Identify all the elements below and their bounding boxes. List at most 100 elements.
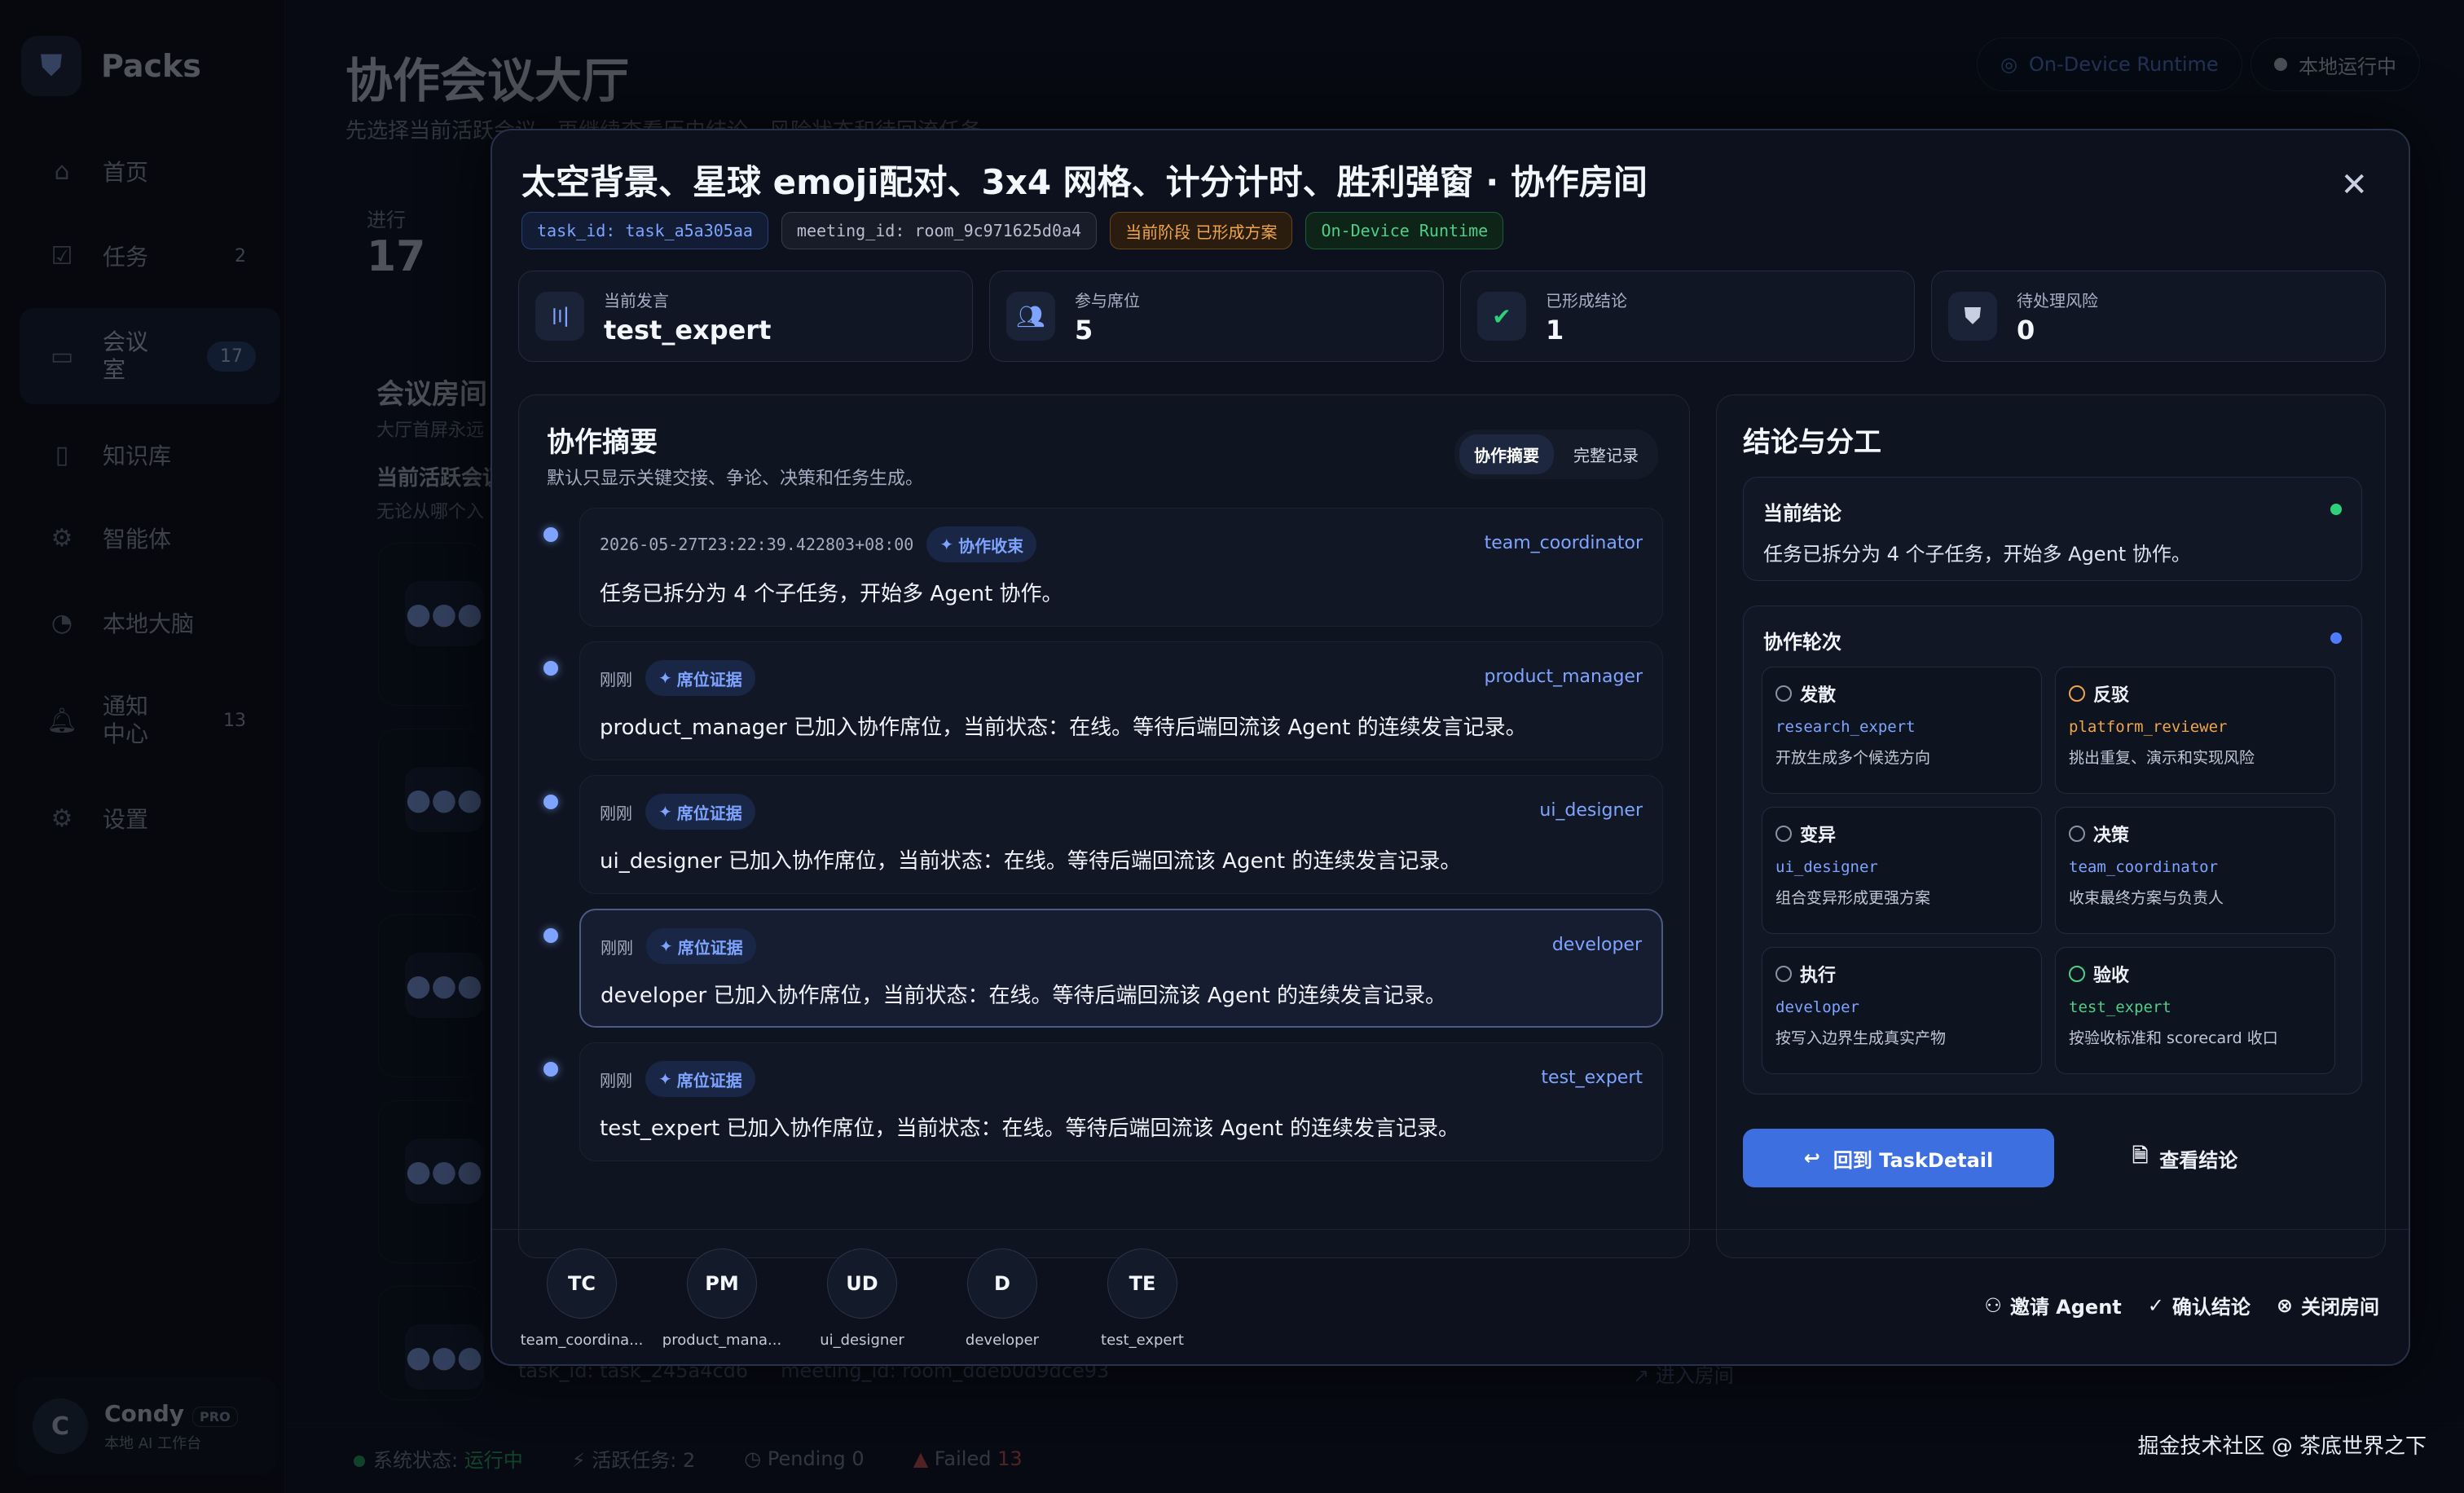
round-title: 验收 xyxy=(2093,966,2130,986)
timeline-time: 刚刚 xyxy=(601,937,633,958)
timeline-text: test_expert 已加入协作席位，当前状态：在线。等待后端回流该 Agen… xyxy=(600,1116,1459,1141)
timeline-meta: 刚刚 ✦ 席位证据 xyxy=(601,928,756,964)
round-card[interactable]: 反驳 platform_reviewer 挑出重复、演示和实现风险 xyxy=(2055,667,2335,794)
round-title: 变异 xyxy=(1800,826,1837,846)
rounds-card: 协作轮次 发散 research_expert 开放生成多个候选方向 反驳 pl… xyxy=(1743,606,2362,1094)
round-agent: team_coordinator xyxy=(2069,858,2219,876)
circle-icon xyxy=(2069,966,2085,982)
users-icon: 👥︎ xyxy=(1006,292,1055,341)
stat-seats: 👥︎ 参与席位 5 xyxy=(989,271,1444,362)
timeline-agent: test_expert xyxy=(1541,1068,1643,1088)
round-desc: 开放生成多个候选方向 xyxy=(1775,749,1931,767)
round-title: 反驳 xyxy=(2093,685,2130,706)
close-label: 关闭房间 xyxy=(2301,1296,2379,1319)
timeline-item: 2026-05-27T23:22:39.422803+08:00 ✦ 协作收束 te… xyxy=(543,508,1668,641)
conclusion-title: 结论与分工 xyxy=(1743,426,1881,459)
confirm-conclusion-button[interactable]: ✓ 确认结论 xyxy=(2148,1291,2251,1319)
timeline-card[interactable]: 刚刚 ✦ 席位证据 ui_designer ui_designer 已加入协作席位，… xyxy=(579,775,1663,894)
timeline-badge-label: 席位证据 xyxy=(677,937,743,958)
document-icon: 🗎︎ xyxy=(2132,1143,2149,1167)
timeline-agent: product_manager xyxy=(1484,667,1643,687)
round-card[interactable]: 决策 team_coordinator 收束最终方案与负责人 xyxy=(2055,807,2335,934)
rounds-grid: 发散 research_expert 开放生成多个候选方向 反驳 platfor… xyxy=(1762,667,2335,1074)
timeline-agent: team_coordinator xyxy=(1484,533,1643,553)
round-agent: research_expert xyxy=(1775,718,1916,736)
collab-room-modal: 太空背景、星球 emoji配对、3x4 网格、计分计时、胜利弹窗 · 协作房间 … xyxy=(491,129,2410,1366)
timeline-text: developer 已加入协作席位，当前状态：在线。等待后端回流该 Agent … xyxy=(601,984,1446,1008)
summary-panel: 协作摘要 默认只显示关键交接、争论、决策和任务生成。 协作摘要 完整记录 202… xyxy=(518,394,1690,1258)
timeline-card-selected[interactable]: 刚刚 ✦ 席位证据 developer developer 已加入协作席位，当前状态… xyxy=(579,909,1663,1028)
timeline-dot xyxy=(543,527,558,542)
timeline-item: 刚刚 ✦ 席位证据 ui_designer ui_designer 已加入协作席位，… xyxy=(543,775,1668,909)
agent-avatar: D xyxy=(967,1249,1037,1319)
agent-seat[interactable]: PM product_mana... xyxy=(657,1249,787,1349)
sparkle-icon: ✦ xyxy=(659,936,673,956)
divider xyxy=(492,1229,2409,1230)
timeline-badge: ✦ 席位证据 xyxy=(645,1061,755,1097)
round-desc: 组合变异形成更强方案 xyxy=(1775,889,1931,907)
agent-avatar: UD xyxy=(827,1249,897,1319)
timeline: 2026-05-27T23:22:39.422803+08:00 ✦ 协作收束 te… xyxy=(543,508,1668,1176)
timeline-card[interactable]: 刚刚 ✦ 席位证据 product_manager product_manager … xyxy=(579,641,1663,760)
round-title: 发散 xyxy=(1800,685,1837,706)
invite-label: 邀请 Agent xyxy=(2009,1296,2122,1319)
timeline-dot xyxy=(543,795,558,809)
circle-icon xyxy=(2069,685,2085,702)
timeline-card[interactable]: 2026-05-27T23:22:39.422803+08:00 ✦ 协作收束 te… xyxy=(579,508,1663,627)
stat-conclusions: ✔ 已形成结论 1 xyxy=(1460,271,1915,362)
close-icon[interactable]: ✕ xyxy=(2340,166,2368,204)
voice-icon: 〣 xyxy=(535,292,584,341)
round-desc: 按验收标准和 scorecard 收口 xyxy=(2069,1029,2278,1047)
task-id-tag: task_id: task_a5a305aa xyxy=(521,212,768,249)
close-room-button[interactable]: ⊗ 关闭房间 xyxy=(2277,1291,2379,1319)
stat-label: 待处理风险 xyxy=(2017,290,2098,310)
round-agent: test_expert xyxy=(2069,998,2171,1016)
tab-summary[interactable]: 协作摘要 xyxy=(1459,434,1554,474)
agent-seat[interactable]: Ddeveloper xyxy=(937,1249,1067,1349)
timeline-time: 刚刚 xyxy=(600,669,632,689)
user-plus-icon: ⚇ xyxy=(1984,1293,2002,1317)
agent-seat[interactable]: TC team_coordina... xyxy=(517,1249,647,1349)
stat-value: test_expert xyxy=(604,314,772,346)
timeline-item: 刚刚 ✦ 席位证据 product_manager product_manager … xyxy=(543,641,1668,775)
round-card[interactable]: 验收 test_expert 按验收标准和 scorecard 收口 xyxy=(2055,947,2335,1074)
tab-full-record[interactable]: 完整记录 xyxy=(1559,434,1653,474)
back-to-taskdetail-button[interactable]: ↩ 回到 TaskDetail xyxy=(1743,1129,2054,1187)
round-card[interactable]: 发散 research_expert 开放生成多个候选方向 xyxy=(1762,667,2042,794)
invite-agent-button[interactable]: ⚇ 邀请 Agent xyxy=(1984,1291,2121,1319)
timeline-meta: 2026-05-27T23:22:39.422803+08:00 ✦ 协作收束 xyxy=(600,526,1037,562)
round-card[interactable]: 变异 ui_designer 组合变异形成更强方案 xyxy=(1762,807,2042,934)
timeline-card[interactable]: 刚刚 ✦ 席位证据 test_expert test_expert 已加入协作席位，… xyxy=(579,1042,1663,1161)
round-card[interactable]: 执行 developer 按写入边界生成真实产物 xyxy=(1762,947,2042,1074)
agent-seat[interactable]: TE test_expert xyxy=(1077,1249,1208,1349)
view-conclusion-button[interactable]: 🗎︎ 查看结论 xyxy=(2132,1129,2237,1187)
timeline-text: ui_designer 已加入协作席位，当前状态：在线。等待后端回流该 Agen… xyxy=(600,849,1462,874)
timeline-badge: ✦ 席位证据 xyxy=(645,660,755,696)
summary-subtitle: 默认只显示关键交接、争论、决策和任务生成。 xyxy=(547,469,924,489)
circle-icon xyxy=(1775,826,1792,842)
round-agent: ui_designer xyxy=(1775,858,1878,876)
timeline-badge: ✦ 协作收束 xyxy=(926,526,1037,562)
timeline-agent: developer xyxy=(1551,935,1642,955)
timeline-badge-label: 协作收束 xyxy=(958,535,1024,556)
timeline-time: 2026-05-27T23:22:39.422803+08:00 xyxy=(600,535,914,554)
current-conclusion-title: 当前结论 xyxy=(1763,502,1841,525)
meeting-id-tag: meeting_id: room_9c971625d0a4 xyxy=(781,212,1098,249)
timeline-item: 刚刚 ✦ 席位证据 developer developer 已加入协作席位，当前状态… xyxy=(543,909,1668,1042)
agent-avatar: TC xyxy=(547,1249,617,1319)
shield-check-icon: ✔ xyxy=(1477,292,1526,341)
current-conclusion-card: 当前结论 任务已拆分为 4 个子任务，开始多 Agent 协作。 xyxy=(1743,477,2362,581)
timeline-badge-label: 席位证据 xyxy=(676,1070,742,1090)
agent-seat[interactable]: UD ui_designer xyxy=(797,1249,927,1349)
current-conclusion-text: 任务已拆分为 4 个子任务，开始多 Agent 协作。 xyxy=(1763,543,2191,566)
timeline-time: 刚刚 xyxy=(600,1070,632,1090)
agent-seats: TC team_coordina... PM product_mana... UD u… xyxy=(517,1249,1208,1349)
stat-value: 5 xyxy=(1075,314,1093,346)
round-header: 验收 xyxy=(2069,961,2321,987)
summary-title: 协作摘要 xyxy=(547,426,658,459)
runtime-tag: On-Device Runtime xyxy=(1305,212,1504,249)
close-circle-icon: ⊗ xyxy=(2276,1293,2293,1317)
stat-value: 1 xyxy=(1546,314,1564,346)
view-button-label: 查看结论 xyxy=(2159,1148,2238,1172)
timeline-agent: ui_designer xyxy=(1539,800,1643,821)
